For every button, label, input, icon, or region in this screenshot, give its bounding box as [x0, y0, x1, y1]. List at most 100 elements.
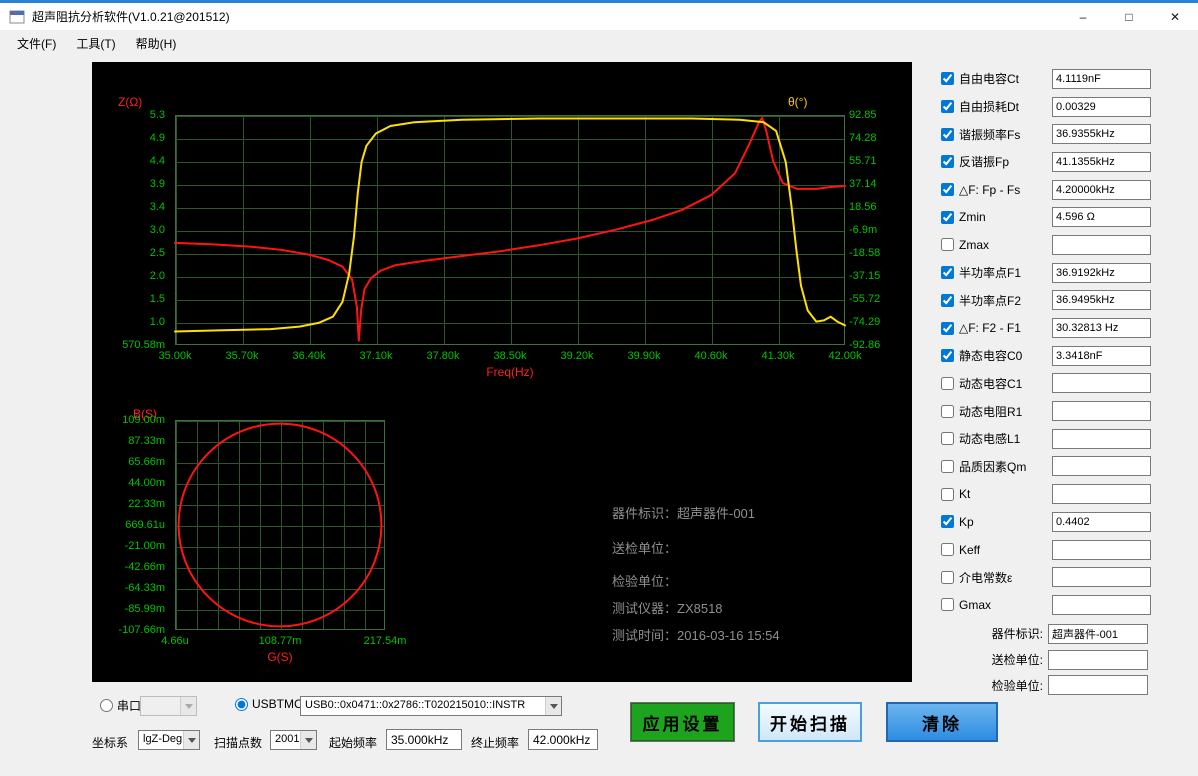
device-field-input[interactable] — [1048, 624, 1148, 644]
device-field-input[interactable] — [1048, 650, 1148, 670]
serial-radio[interactable] — [100, 699, 113, 712]
param-row: 谐振频率Fs — [935, 120, 1198, 148]
param-label: Kp — [959, 515, 974, 529]
param-value-field[interactable] — [1052, 595, 1151, 615]
menu-bar: 文件(F) 工具(T) 帮助(H) — [0, 30, 1198, 56]
coord-system-label: 坐标系 — [92, 734, 128, 751]
param-row: 半功率点F1 — [935, 259, 1198, 287]
param-value-field[interactable] — [1052, 346, 1151, 366]
close-icon[interactable]: ✕ — [1152, 3, 1198, 30]
param-label: 动态电感L1 — [959, 430, 1020, 447]
scan-points-label: 扫描点数 — [214, 734, 262, 751]
param-value-field[interactable] — [1052, 124, 1151, 144]
param-label: Zmin — [959, 210, 986, 224]
chevron-down-icon — [180, 697, 196, 715]
param-label: 半功率点F1 — [959, 264, 1021, 281]
usbtmc-radio-group[interactable]: USBTMC — [235, 697, 303, 711]
device-field-label: 检验单位: — [935, 677, 1043, 694]
param-value-field[interactable] — [1052, 69, 1151, 89]
param-checkbox[interactable] — [941, 183, 954, 196]
usbtmc-radio[interactable] — [235, 698, 248, 711]
param-value-field[interactable] — [1052, 484, 1151, 504]
param-row: Zmax — [935, 231, 1198, 259]
param-checkbox[interactable] — [941, 266, 954, 279]
serial-port-combo[interactable] — [140, 696, 197, 716]
param-row: 反谐振Fp — [935, 148, 1198, 176]
menu-help[interactable]: 帮助(H) — [126, 30, 187, 57]
param-row: 动态电感L1 — [935, 425, 1198, 453]
param-row: 自由损耗Dt — [935, 93, 1198, 121]
chart-curves — [92, 62, 912, 682]
param-value-field[interactable] — [1052, 540, 1151, 560]
param-value-field[interactable] — [1052, 429, 1151, 449]
param-row: 自由电容Ct — [935, 65, 1198, 93]
title-bar: 超声阻抗分析软件(V1.0.21@201512) – □ ✕ — [0, 3, 1198, 30]
start-scan-button[interactable]: 开始扫描 — [758, 702, 862, 742]
chevron-down-icon — [545, 697, 561, 715]
param-checkbox[interactable] — [941, 543, 954, 556]
param-row: △F: Fp - Fs — [935, 176, 1198, 204]
serial-radio-label: 串口 — [117, 697, 141, 714]
param-checkbox[interactable] — [941, 128, 954, 141]
param-value-field[interactable] — [1052, 401, 1151, 421]
param-label: 反谐振Fp — [959, 153, 1009, 170]
coord-system-combo[interactable]: lgZ-Deg — [138, 730, 200, 750]
param-value-field[interactable] — [1052, 207, 1151, 227]
param-value-field[interactable] — [1052, 567, 1151, 587]
param-label: 自由电容Ct — [959, 70, 1019, 87]
param-label: Kt — [959, 487, 970, 501]
device-field-input[interactable] — [1048, 675, 1148, 695]
stop-freq-input[interactable] — [528, 729, 598, 750]
param-checkbox[interactable] — [941, 294, 954, 307]
param-checkbox[interactable] — [941, 238, 954, 251]
param-checkbox[interactable] — [941, 377, 954, 390]
param-checkbox[interactable] — [941, 211, 954, 224]
param-row: Kt — [935, 480, 1198, 508]
param-value-field[interactable] — [1052, 235, 1151, 255]
menu-file[interactable]: 文件(F) — [7, 30, 66, 57]
param-value-field[interactable] — [1052, 97, 1151, 117]
usbtmc-address-combo[interactable]: USB0::0x0471::0x2786::T020215010::INSTR — [300, 696, 562, 716]
param-row: △F: F2 - F1 — [935, 314, 1198, 342]
param-checkbox[interactable] — [941, 72, 954, 85]
minimize-icon[interactable]: – — [1060, 3, 1106, 30]
param-checkbox[interactable] — [941, 405, 954, 418]
param-checkbox[interactable] — [941, 515, 954, 528]
param-value-field[interactable] — [1052, 318, 1151, 338]
param-checkbox[interactable] — [941, 460, 954, 473]
param-checkbox[interactable] — [941, 322, 954, 335]
param-label: Gmax — [959, 598, 991, 612]
param-checkbox[interactable] — [941, 488, 954, 501]
chart-panel: Z(Ω) θ(°) 5.34.94.43.93.43.02.52.01.51.0… — [92, 62, 912, 682]
param-value-field[interactable] — [1052, 180, 1151, 200]
param-checkbox[interactable] — [941, 571, 954, 584]
param-value-field[interactable] — [1052, 456, 1151, 476]
param-checkbox[interactable] — [941, 349, 954, 362]
param-row: Keff — [935, 536, 1198, 564]
param-row: 动态电容C1 — [935, 370, 1198, 398]
param-value-field[interactable] — [1052, 512, 1151, 532]
param-row: Gmax — [935, 591, 1198, 619]
device-field-row: 器件标识: — [935, 621, 1198, 647]
param-value-field[interactable] — [1052, 152, 1151, 172]
apply-settings-button[interactable]: 应用设置 — [630, 702, 735, 742]
param-label: Keff — [959, 543, 980, 557]
menu-tools[interactable]: 工具(T) — [66, 30, 125, 57]
scan-points-value: 2001 — [271, 731, 300, 749]
param-value-field[interactable] — [1052, 290, 1151, 310]
param-checkbox[interactable] — [941, 155, 954, 168]
param-row: Zmin — [935, 203, 1198, 231]
param-checkbox[interactable] — [941, 100, 954, 113]
param-checkbox[interactable] — [941, 432, 954, 445]
maximize-icon[interactable]: □ — [1106, 3, 1152, 30]
serial-radio-group[interactable]: 串口 — [100, 697, 141, 714]
param-value-field[interactable] — [1052, 263, 1151, 283]
start-freq-label: 起始频率 — [329, 734, 377, 751]
param-label: 静态电容C0 — [959, 347, 1022, 364]
param-value-field[interactable] — [1052, 373, 1151, 393]
param-row: 介电常数ε — [935, 563, 1198, 591]
start-freq-input[interactable] — [386, 729, 462, 750]
clear-button[interactable]: 清除 — [886, 702, 998, 742]
scan-points-combo[interactable]: 2001 — [270, 730, 317, 750]
param-checkbox[interactable] — [941, 598, 954, 611]
